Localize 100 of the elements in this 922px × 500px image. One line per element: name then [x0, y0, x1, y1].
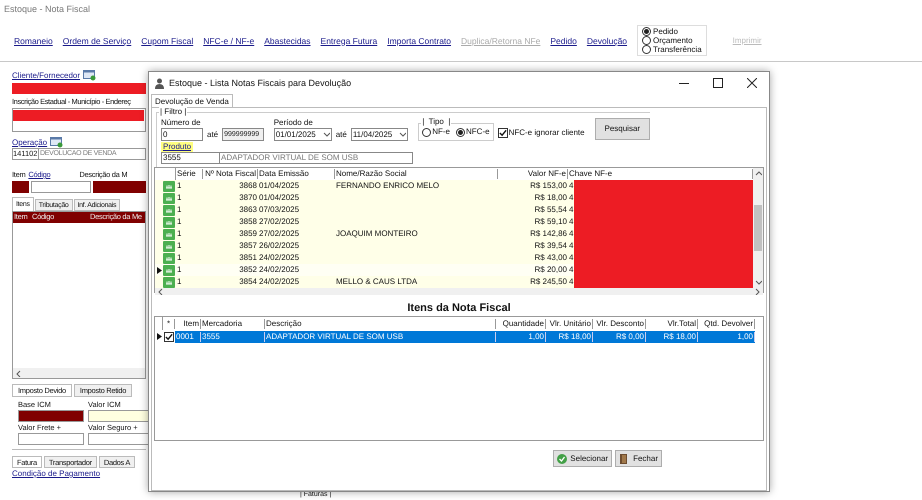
lookup-window-icon[interactable]: [83, 70, 96, 81]
radio-label: Transferência: [653, 45, 702, 54]
column-header: Data Emissão: [258, 169, 335, 179]
column-header: Valor NF-e: [498, 169, 568, 179]
input-field[interactable]: [18, 433, 84, 445]
table-cell-text: 3863: [238, 205, 258, 215]
table-row[interactable]: 1 3854 24/02/2025 MELLO & CAUS LTDA R$ 245,50 4: [155, 276, 753, 288]
row-action-icon[interactable]: [163, 240, 175, 252]
table-row[interactable]: 1 3851 24/02/2025 R$ 43,00 4: [155, 252, 753, 264]
input-field[interactable]: [18, 410, 84, 422]
row-action-icon[interactable]: [163, 252, 175, 264]
scroll-down-icon[interactable]: [754, 279, 762, 286]
table-row[interactable]: 1 3852 24/02/2025 R$ 20,00 4: [155, 264, 753, 276]
dropdown-caret-icon[interactable]: [399, 131, 406, 138]
checkbox-label: NFC-e ignorar cliente: [508, 128, 585, 138]
table-cell-text: R$ 18,00: [534, 193, 568, 203]
row-action-icon[interactable]: [163, 276, 175, 288]
table-row[interactable]: 0001 3555 ADAPTADOR VIRTUAL DE SOM USB 1,00 R$ 18,00 R$ 0,00 R$ 18,00 1,00: [175, 330, 755, 342]
table-cell-text: 3870: [238, 193, 258, 203]
table-cell-text: R$ 20,00: [534, 265, 568, 275]
field-label: Período de: [274, 118, 314, 128]
table-row[interactable]: 1 3868 01/04/2025 FERNANDO ENRICO MELO R$ 153,00 4: [155, 180, 753, 192]
scroll-left-icon[interactable]: [157, 288, 164, 295]
menu-link[interactable]: Cupom Fiscal: [141, 36, 194, 46]
table-cell: 4: [568, 265, 574, 275]
select-button[interactable]: Selecionar: [553, 450, 612, 467]
table-row[interactable]: 1 3863 07/03/2025 R$ 55,54 4: [155, 204, 753, 216]
checkbox[interactable]: [498, 128, 508, 138]
table-cell-text: 1: [176, 229, 182, 239]
radio-button[interactable]: [422, 128, 432, 136]
until-label: até: [207, 130, 218, 140]
scroll-up-icon[interactable]: [754, 170, 762, 177]
product-link[interactable]: Produto: [161, 142, 194, 152]
radio-label: Orçamento: [653, 36, 693, 45]
menu-link[interactable]: Ordem de Serviço: [62, 36, 132, 46]
radio-button[interactable]: [642, 45, 652, 54]
number-from-field[interactable]: 0: [161, 128, 203, 141]
description-field[interactable]: [93, 181, 146, 193]
item-field[interactable]: [12, 181, 29, 193]
scroll-right-icon[interactable]: [754, 288, 761, 295]
table-cell-text: R$ 39,54: [534, 241, 568, 251]
table-cell-text: 1: [176, 277, 182, 287]
horizontal-scrollbar[interactable]: [155, 288, 763, 295]
menu-link[interactable]: Romaneio: [14, 36, 53, 46]
payment-condition-link[interactable]: Condição de Pagamento: [12, 469, 146, 479]
table-cell: 4: [568, 241, 574, 251]
input-field[interactable]: [88, 433, 150, 445]
table-cell-text: 1: [176, 205, 182, 215]
address-field[interactable]: [12, 108, 146, 132]
menu-link[interactable]: NFC-e / NF-e: [203, 36, 254, 46]
row-action-icon[interactable]: [163, 216, 175, 228]
radio-label: Pedido: [653, 27, 678, 36]
table-cell: 4: [568, 205, 574, 215]
table-cell: R$ 18,00: [546, 332, 593, 342]
table-cell-text: MELLO & CAUS LTDA: [335, 277, 418, 287]
table-cell-text: R$ 55,54: [534, 205, 568, 215]
radio-button[interactable]: [642, 27, 652, 36]
menu-link[interactable]: Importa Contrato: [387, 36, 452, 46]
radio-button[interactable]: [642, 36, 652, 45]
row-action-icon[interactable]: [163, 180, 175, 192]
maximize-button[interactable]: [713, 78, 723, 88]
table-row[interactable]: 1 3859 27/02/2025 JOAQUIM MONTEIRO R$ 142,86 4: [155, 228, 753, 240]
row-action-icon[interactable]: [163, 264, 175, 276]
operation-link[interactable]: Operação: [12, 138, 48, 148]
close-button[interactable]: [747, 78, 757, 88]
dropdown-caret-icon[interactable]: [322, 131, 330, 138]
table-cell-text: 07/03/2025: [258, 205, 300, 215]
table-row[interactable]: 1 3857 26/02/2025 R$ 39,54 4: [155, 240, 753, 252]
close-button[interactable]: Fechar: [615, 450, 662, 467]
tab[interactable]: Devolução de Venda: [151, 94, 233, 107]
table-cell-text: 3868: [238, 181, 258, 191]
table-cell-text: R$ 153,00: [529, 181, 568, 191]
menu-link[interactable]: Entrega Futura: [320, 36, 378, 46]
input-field[interactable]: [88, 410, 150, 422]
window-title: Estoque - Nota Fiscal: [4, 4, 90, 14]
column-header: Vlr.Total: [646, 318, 698, 328]
client-link[interactable]: Cliente/Fornecedor: [12, 70, 80, 80]
table-row[interactable]: 1 3870 01/04/2025 R$ 18,00 4: [155, 192, 753, 204]
menu-link[interactable]: Abastecidas: [264, 36, 311, 46]
table-cell-text: 24/02/2025: [258, 277, 300, 287]
row-action-icon[interactable]: [163, 228, 175, 240]
radio-button[interactable]: [456, 128, 465, 136]
table-cell: 4: [568, 181, 574, 191]
row-action-icon[interactable]: [163, 204, 175, 216]
table-cell: 1,00: [698, 332, 755, 342]
date-from-field[interactable]: 01/01/2025: [274, 128, 332, 141]
row-action-icon[interactable]: [163, 192, 175, 204]
table-cell-text: 01/04/2025: [258, 193, 300, 203]
checkbox[interactable]: [164, 332, 174, 342]
scroll-left-icon[interactable]: [15, 370, 22, 376]
horizontal-scrollbar[interactable]: [13, 368, 145, 378]
menu-link[interactable]: Pedido: [550, 36, 577, 46]
lookup-window-icon[interactable]: [50, 137, 64, 148]
table-row[interactable]: 1 3858 27/02/2025 R$ 59,10 4: [155, 216, 753, 228]
menu-link[interactable]: Devolução: [586, 36, 628, 46]
code-field[interactable]: [31, 181, 91, 193]
date-to-field[interactable]: 11/04/2025: [350, 128, 408, 141]
until-label: até: [336, 130, 347, 140]
vertical-scrollbar[interactable]: [753, 168, 763, 288]
search-button[interactable]: Pesquisar: [594, 118, 650, 140]
